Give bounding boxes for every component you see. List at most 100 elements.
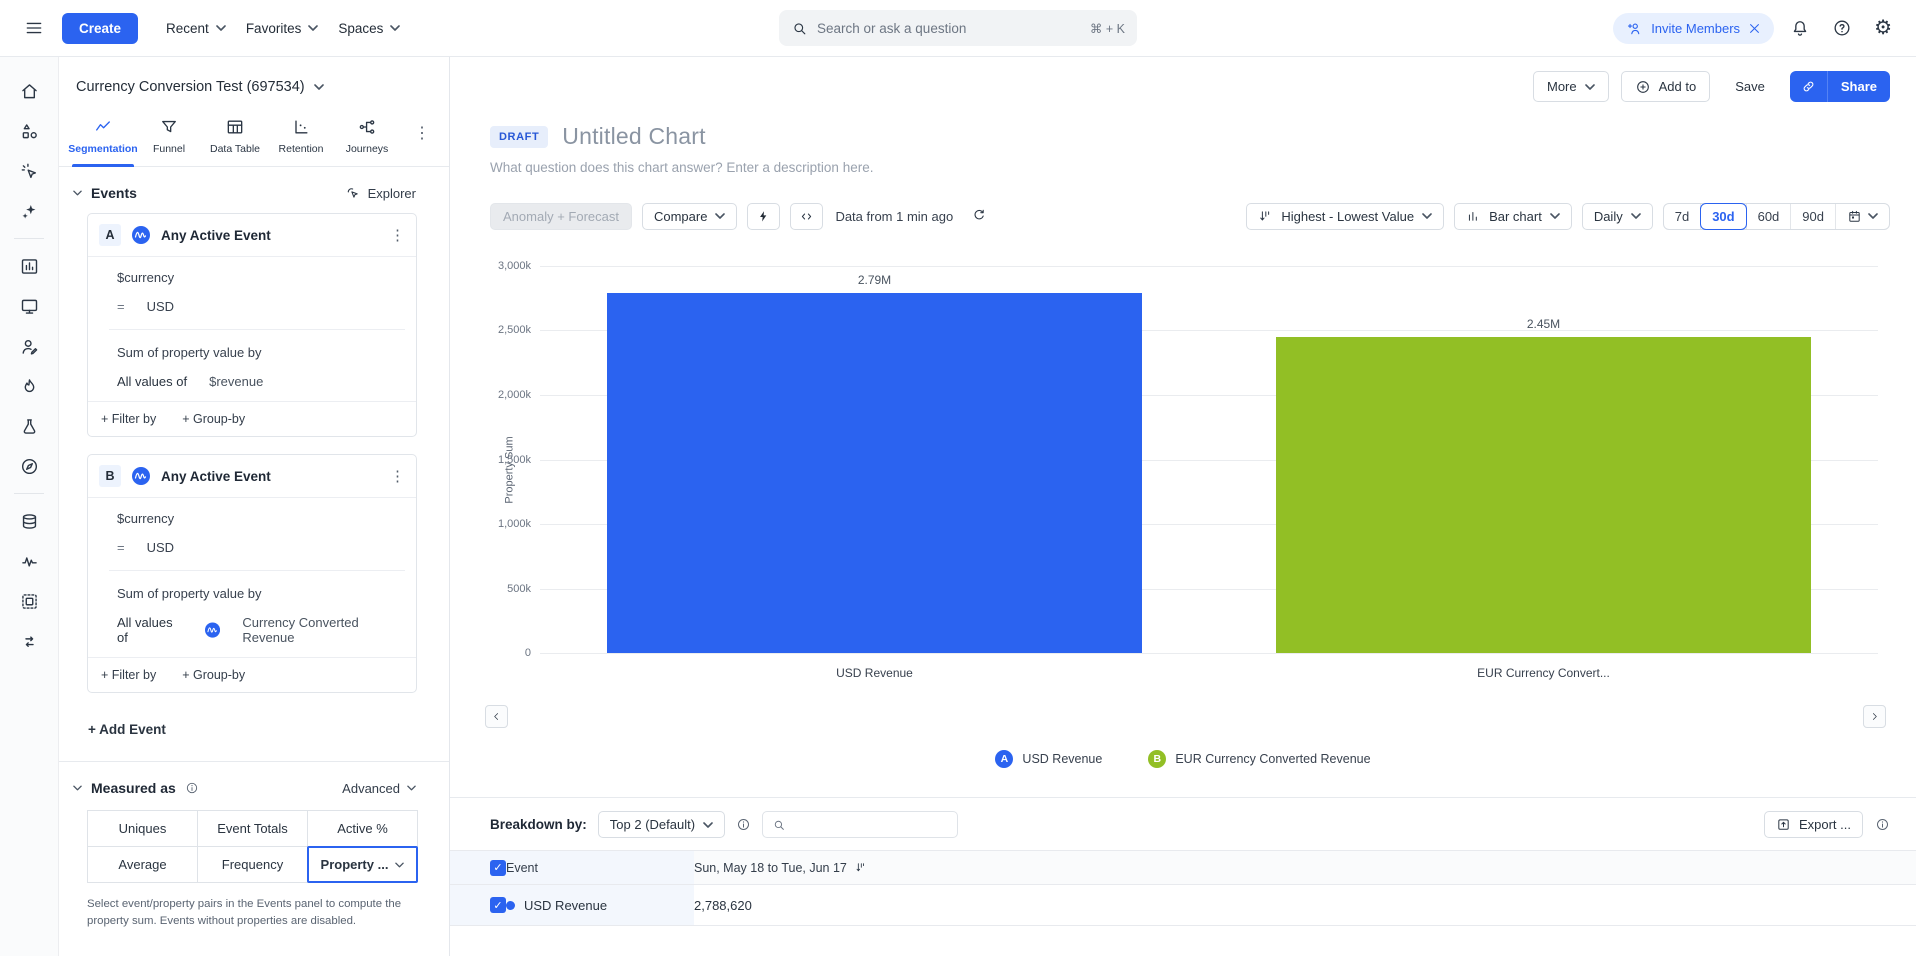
- row-checkbox[interactable]: ✓: [490, 897, 506, 913]
- legend-item-a[interactable]: A USD Revenue: [995, 750, 1102, 768]
- refresh-button[interactable]: [965, 202, 993, 230]
- range-30d[interactable]: 30d: [1701, 204, 1746, 229]
- x-axis-label: EUR Currency Convert...: [1477, 666, 1610, 680]
- share-button[interactable]: Share: [1828, 71, 1890, 102]
- save-button[interactable]: Save: [1722, 71, 1778, 102]
- range-60d[interactable]: 60d: [1747, 204, 1792, 229]
- collapse-chevron-icon[interactable]: [73, 785, 82, 791]
- property-target-row[interactable]: All values of Currency Converted Revenue: [117, 615, 405, 645]
- calendar-button[interactable]: [1836, 204, 1889, 229]
- copy-link-button[interactable]: [1790, 71, 1828, 102]
- charts-icon[interactable]: [10, 246, 48, 286]
- add-filter-button[interactable]: + Filter by: [101, 668, 156, 682]
- menu-spaces[interactable]: Spaces: [328, 13, 410, 44]
- magic-select-icon[interactable]: [10, 151, 48, 191]
- event-filter-condition[interactable]: = USD: [117, 299, 405, 314]
- data-database-icon[interactable]: [10, 501, 48, 541]
- event-name[interactable]: Any Active Event: [161, 469, 271, 484]
- invite-members-banner[interactable]: Invite Members: [1613, 13, 1774, 44]
- breakdown-selector[interactable]: Top 2 (Default): [598, 811, 725, 838]
- add-event-button[interactable]: + Add Event: [88, 716, 166, 743]
- tab-journeys[interactable]: Journeys: [334, 113, 400, 166]
- chart-bar[interactable]: [1276, 337, 1811, 653]
- screens-icon[interactable]: [10, 286, 48, 326]
- legend-item-b[interactable]: B EUR Currency Converted Revenue: [1148, 750, 1370, 768]
- measure-uniques[interactable]: Uniques: [87, 810, 198, 847]
- measure-active-pct[interactable]: Active %: [307, 810, 418, 847]
- data-table-icon: [225, 117, 245, 137]
- signals-waveform-icon[interactable]: [10, 541, 48, 581]
- event-filter-property[interactable]: $currency: [117, 511, 405, 526]
- measure-event-totals[interactable]: Event Totals: [197, 810, 308, 847]
- event-filter-property[interactable]: $currency: [117, 270, 405, 285]
- export-button[interactable]: Export ...: [1764, 811, 1863, 838]
- sort-order-button[interactable]: Highest - Lowest Value: [1246, 203, 1444, 230]
- event-options-menu[interactable]: ⋮: [390, 226, 405, 244]
- quick-insights-button[interactable]: [747, 203, 780, 230]
- home-icon[interactable]: [10, 71, 48, 111]
- anomaly-forecast-button[interactable]: Anomaly + Forecast: [490, 203, 632, 230]
- search-input[interactable]: [817, 21, 1081, 36]
- add-filter-button[interactable]: + Filter by: [101, 412, 156, 426]
- gear-icon: ⚙: [1874, 18, 1892, 38]
- tab-retention[interactable]: Retention: [268, 113, 334, 166]
- collapse-chevron-icon[interactable]: [73, 190, 82, 196]
- compare-button[interactable]: Compare: [642, 203, 737, 230]
- content-icon[interactable]: [10, 111, 48, 151]
- chart-bar[interactable]: [607, 293, 1142, 653]
- code-view-button[interactable]: [790, 203, 823, 230]
- property-target-row[interactable]: All values of $revenue: [117, 374, 405, 389]
- range-7d[interactable]: 7d: [1664, 204, 1701, 229]
- measure-average[interactable]: Average: [87, 846, 198, 883]
- breakdown-row-usd-revenue[interactable]: ✓ USD Revenue 2,788,620: [450, 885, 1916, 926]
- session-replay-icon[interactable]: [10, 581, 48, 621]
- event-name[interactable]: Any Active Event: [161, 228, 271, 243]
- chart-title[interactable]: Untitled Chart: [562, 123, 705, 150]
- hamburger-menu-icon[interactable]: [18, 12, 50, 44]
- breakdown-search[interactable]: [762, 811, 958, 838]
- add-to-button[interactable]: Add to: [1621, 71, 1711, 102]
- chart-description-placeholder[interactable]: What question does this chart answer? En…: [450, 150, 1916, 175]
- event-column-header[interactable]: Event: [506, 861, 538, 875]
- tab-funnel[interactable]: Funnel: [136, 113, 202, 166]
- close-icon[interactable]: [1748, 22, 1761, 35]
- notifications-button[interactable]: [1784, 12, 1816, 44]
- measure-frequency[interactable]: Frequency: [197, 846, 308, 883]
- range-90d[interactable]: 90d: [1791, 204, 1836, 229]
- activation-flame-icon[interactable]: [10, 366, 48, 406]
- explorer-button[interactable]: Explorer: [345, 185, 416, 201]
- event-filter-condition[interactable]: = USD: [117, 540, 405, 555]
- experiments-flask-icon[interactable]: [10, 406, 48, 446]
- discover-compass-icon[interactable]: [10, 446, 48, 486]
- data-flow-swap-icon[interactable]: [10, 621, 48, 661]
- help-button[interactable]: [1826, 12, 1858, 44]
- global-search[interactable]: ⌘ + K: [779, 10, 1137, 46]
- project-selector[interactable]: Currency Conversion Test (697534): [59, 57, 342, 109]
- tab-segmentation[interactable]: Segmentation: [70, 113, 136, 166]
- measure-property-sum[interactable]: Property ...: [307, 846, 418, 883]
- create-button[interactable]: Create: [62, 13, 138, 44]
- menu-favorites[interactable]: Favorites: [236, 13, 329, 44]
- event-options-menu[interactable]: ⋮: [390, 467, 405, 485]
- cohorts-icon[interactable]: [10, 326, 48, 366]
- top-bar: Create Recent Favorites Spaces ⌘ + K Inv…: [0, 0, 1916, 57]
- bar-value-label: 2.45M: [1527, 317, 1560, 337]
- add-groupby-button[interactable]: + Group-by: [182, 412, 245, 426]
- advanced-button[interactable]: Advanced: [342, 781, 416, 796]
- prev-page-button[interactable]: [485, 705, 508, 728]
- next-page-button[interactable]: [1863, 705, 1886, 728]
- interval-button[interactable]: Daily: [1582, 203, 1653, 230]
- y-axis-title: Property Sum: [504, 436, 516, 503]
- menu-recent[interactable]: Recent: [156, 13, 236, 44]
- tab-data-table[interactable]: Data Table: [202, 113, 268, 166]
- more-button[interactable]: More: [1533, 71, 1609, 102]
- tabs-overflow-menu[interactable]: ⋮: [406, 113, 439, 153]
- select-all-checkbox[interactable]: ✓: [490, 860, 506, 876]
- add-groupby-button[interactable]: + Group-by: [182, 668, 245, 682]
- chart-type-button[interactable]: Bar chart: [1454, 203, 1572, 230]
- ai-sparkles-icon[interactable]: [10, 191, 48, 231]
- breakdown-search-input[interactable]: [794, 817, 948, 832]
- date-column-header[interactable]: Sun, May 18 to Tue, Jun 17: [694, 861, 1916, 875]
- settings-button[interactable]: ⚙: [1868, 12, 1898, 44]
- measure-intro: Sum of property value by: [117, 345, 405, 360]
